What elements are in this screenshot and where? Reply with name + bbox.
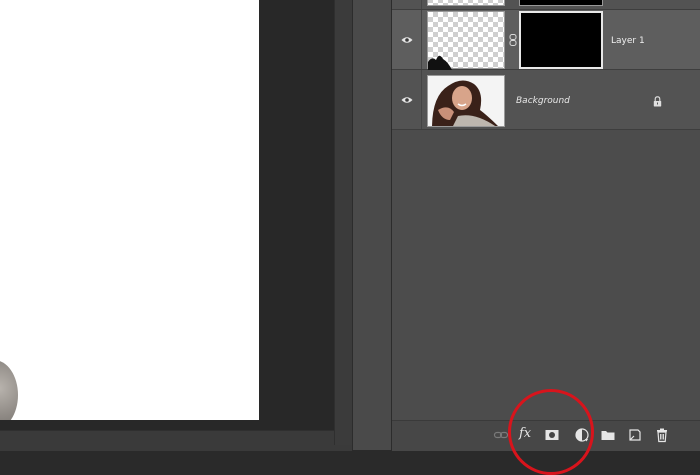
layer-name[interactable]: Layer 1 bbox=[611, 36, 645, 46]
layer-row-background[interactable]: Background bbox=[392, 70, 700, 130]
mask-link-icon[interactable] bbox=[509, 34, 517, 46]
layer-content-fragment bbox=[428, 55, 452, 70]
layer-thumbnail-partial bbox=[427, 0, 505, 6]
highlight-circle bbox=[508, 389, 594, 475]
lock-icon[interactable] bbox=[653, 96, 662, 107]
background-thumbnail[interactable] bbox=[427, 75, 505, 127]
visibility-toggle-background[interactable] bbox=[392, 70, 422, 129]
layers-panel: Layer 1 Background fx bbox=[392, 0, 700, 475]
canvas-area[interactable] bbox=[0, 0, 334, 430]
portrait-thumbnail-image bbox=[428, 76, 504, 126]
visibility-toggle-layer-1[interactable] bbox=[392, 10, 422, 69]
new-layer-icon[interactable] bbox=[627, 427, 643, 443]
link-icon[interactable] bbox=[493, 427, 509, 443]
layer-mask-thumbnail-partial bbox=[519, 0, 603, 6]
panel-dock-column bbox=[352, 0, 392, 450]
layer-row-partial[interactable] bbox=[392, 0, 700, 10]
layer-name[interactable]: Background bbox=[516, 96, 570, 106]
folder-icon[interactable] bbox=[600, 427, 616, 443]
visibility-cell[interactable] bbox=[392, 0, 422, 9]
trash-icon[interactable] bbox=[654, 427, 670, 443]
layer-1-mask-thumbnail[interactable] bbox=[519, 11, 603, 69]
document-canvas[interactable] bbox=[0, 0, 259, 420]
canvas-status-strip bbox=[0, 430, 352, 451]
eye-icon[interactable] bbox=[401, 36, 413, 44]
layers-list: Layer 1 Background bbox=[392, 0, 700, 130]
layer-row-layer-1[interactable]: Layer 1 bbox=[392, 10, 700, 70]
layer-1-thumbnail[interactable] bbox=[427, 11, 505, 70]
vertical-scrollbar[interactable] bbox=[334, 0, 353, 445]
document-image-fragment bbox=[0, 360, 18, 420]
eye-icon[interactable] bbox=[401, 96, 413, 104]
